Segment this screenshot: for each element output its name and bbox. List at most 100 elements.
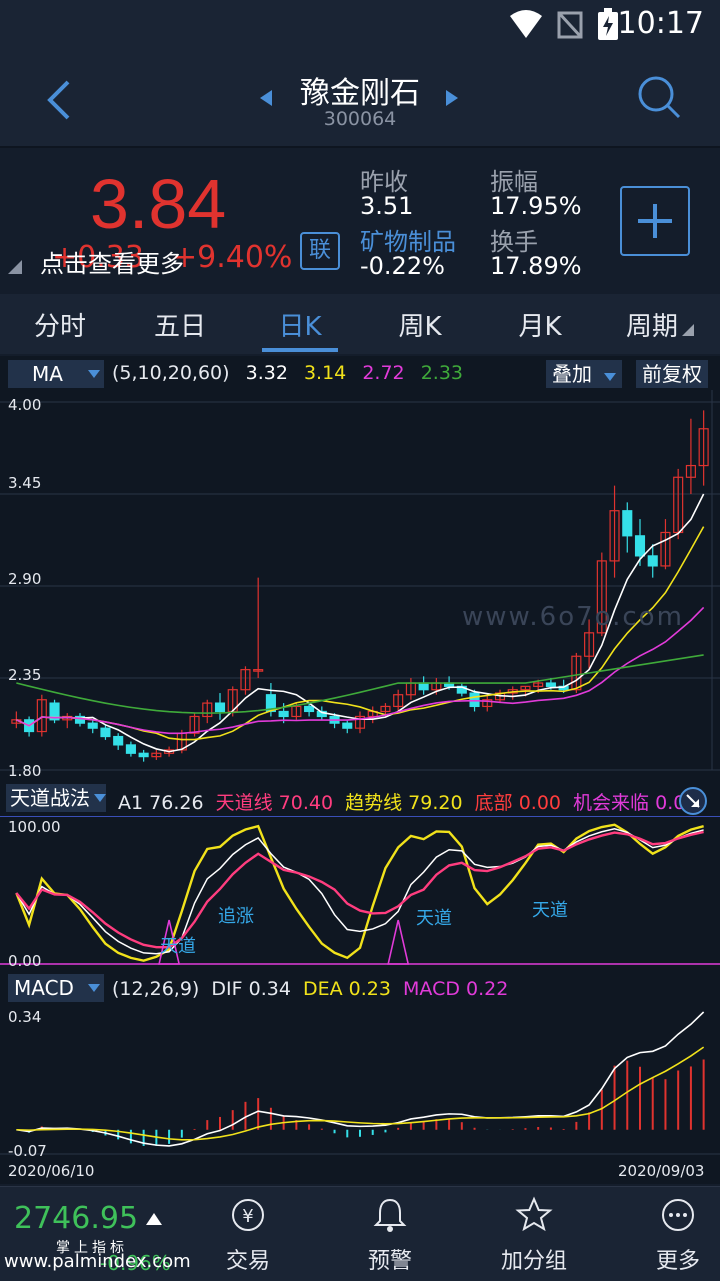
stock-code: 300064 [323, 108, 397, 130]
tap-more-tip[interactable]: 点击查看更多 [40, 244, 184, 279]
bottom-signal-marker [387, 919, 410, 965]
candle-body [278, 710, 289, 718]
candle-body [113, 735, 124, 746]
macd-selector[interactable]: MACD [8, 974, 104, 1002]
indicator-line [15, 828, 704, 955]
plus-icon [638, 204, 672, 238]
active-tab-indicator [262, 348, 338, 352]
indicator-line [15, 830, 704, 949]
svg-text:¥: ¥ [242, 1206, 253, 1227]
candle-body [622, 510, 633, 537]
candle-body [418, 682, 429, 691]
ma10-value: 3.14 [303, 362, 347, 384]
last-price: 3.84 [90, 165, 227, 243]
wifi-icon [510, 10, 542, 38]
tab-weekly-k[interactable]: 周K [360, 306, 480, 343]
tiandao-label: 天道线 [215, 792, 273, 814]
chart-area[interactable]: MA (5,10,20,60) 3.32 3.14 2.72 2.33 叠加 前… [0, 356, 720, 1184]
index-value[interactable]: 2746.95 [14, 1201, 138, 1236]
tab-period[interactable]: 周期 [592, 306, 712, 343]
candle-body [545, 682, 556, 687]
candle-body [634, 535, 646, 557]
ma-selector[interactable]: MA [8, 360, 104, 388]
nav-trade[interactable]: ¥ 交易 [188, 1195, 308, 1275]
overlay-label: 叠加 [552, 362, 592, 386]
macd-chart[interactable] [0, 1004, 720, 1162]
candle-body [304, 705, 315, 713]
ma60-value: 2.33 [420, 362, 463, 384]
prev-close-value: 3.51 [360, 192, 414, 220]
dif-line [16, 1011, 705, 1147]
indicator-name: 天道战法 [10, 786, 90, 810]
kline-axis-label: 2.90 [8, 570, 42, 588]
kline-axis-label: 4.00 [8, 396, 42, 414]
ma-selector-label: MA [32, 362, 63, 386]
end-date: 2020/09/03 [618, 1162, 705, 1180]
macd-axis-label: 0.34 [8, 1008, 42, 1026]
amplitude-value: 17.95% [490, 192, 582, 220]
kline-chart[interactable] [0, 390, 720, 778]
adjust-button[interactable]: 前复权 [636, 360, 708, 388]
tab-monthly-k[interactable]: 月K [480, 306, 600, 343]
star-icon [515, 1196, 553, 1232]
search-icon[interactable] [636, 74, 682, 120]
dropdown-icon [88, 984, 100, 992]
candle-body [647, 555, 658, 567]
bottom-label: 底部 [474, 792, 513, 814]
tab-daily-k[interactable]: 日K [240, 306, 360, 343]
add-watchlist-button[interactable] [620, 186, 690, 256]
macd-label: MACD [403, 978, 460, 1000]
a1-label: A1 [118, 792, 144, 814]
tab-intraday[interactable]: 分时 [0, 306, 120, 343]
nav-add-group-label: 加分组 [500, 1249, 567, 1274]
dif-value: 0.34 [248, 978, 291, 1000]
macd-values-row: (12,26,9) DIF 0.34 DEA 0.23 MACD 0.22 [112, 978, 508, 1000]
overlay-button[interactable]: 叠加 [546, 360, 623, 388]
site-watermark: www.palmindex.com [4, 1251, 191, 1272]
quote-panel[interactable]: 3.84 +0.33 +9.40% 点击查看更多 联 昨收 3.51 矿物制品 … [0, 148, 720, 292]
ma-values-row: (5,10,20,60) 3.32 3.14 2.72 2.33 [112, 362, 463, 384]
bottom-nav: 2746.95 掌上指标 -0.96% www.palmindex.com ¥ … [0, 1186, 720, 1281]
ma-params: (5,10,20,60) [112, 362, 230, 384]
nav-trade-label: 交易 [225, 1249, 270, 1274]
next-stock-icon[interactable] [444, 88, 460, 108]
battery-charging-icon [598, 8, 618, 40]
status-bar: 10:17 [0, 0, 720, 48]
tab-period-dropdown-icon [682, 324, 694, 336]
sector-change: -0.22% [360, 252, 445, 280]
kline-axis-label: 3.45 [8, 474, 42, 492]
nav-more[interactable]: 更多 [618, 1195, 720, 1275]
stock-name: 豫金刚石 [300, 76, 420, 111]
chance-label: 机会来临 [573, 792, 650, 814]
dropdown-icon [94, 794, 106, 802]
nav-add-group[interactable]: 加分组 [474, 1195, 594, 1275]
macd-params: (12,26,9) [112, 978, 200, 1000]
nav-alert[interactable]: 预警 [330, 1195, 450, 1275]
trade-icon: ¥ [232, 1199, 264, 1231]
indicator-selector[interactable]: 天道战法 [6, 784, 106, 812]
indicator-settings-icon[interactable] [678, 786, 708, 816]
tiandao-value: 70.40 [278, 792, 334, 814]
trend-value: 79.20 [408, 792, 463, 814]
nav-alert-label: 预警 [367, 1249, 412, 1274]
indicator-annotation: 天道 [416, 908, 452, 929]
macd-axis-label: -0.07 [8, 1142, 47, 1160]
candle-body [469, 692, 480, 708]
title-bar: 豫金刚石 300064 [0, 48, 720, 148]
expand-corner-icon [8, 260, 22, 274]
indicator-values-row: A1 76.26 天道线 70.40 趋势线 79.20 底部 0.00 机会来… [118, 788, 697, 815]
candle-body [342, 722, 353, 729]
candle-body [214, 702, 226, 713]
related-button[interactable]: 联 [300, 232, 340, 270]
tiandao-indicator-chart[interactable] [0, 816, 720, 974]
dif-label: DIF [211, 978, 243, 1000]
candle-body [87, 722, 98, 729]
macd-selector-label: MACD [14, 976, 74, 1000]
dropdown-icon [604, 373, 617, 381]
kline-axis-label: 2.35 [8, 666, 42, 684]
clock: 10:17 [617, 6, 704, 41]
tab-five-day[interactable]: 五日 [120, 306, 240, 343]
ma20-value: 2.72 [362, 362, 405, 384]
index-up-icon [146, 1213, 162, 1225]
candle-body [138, 752, 149, 758]
